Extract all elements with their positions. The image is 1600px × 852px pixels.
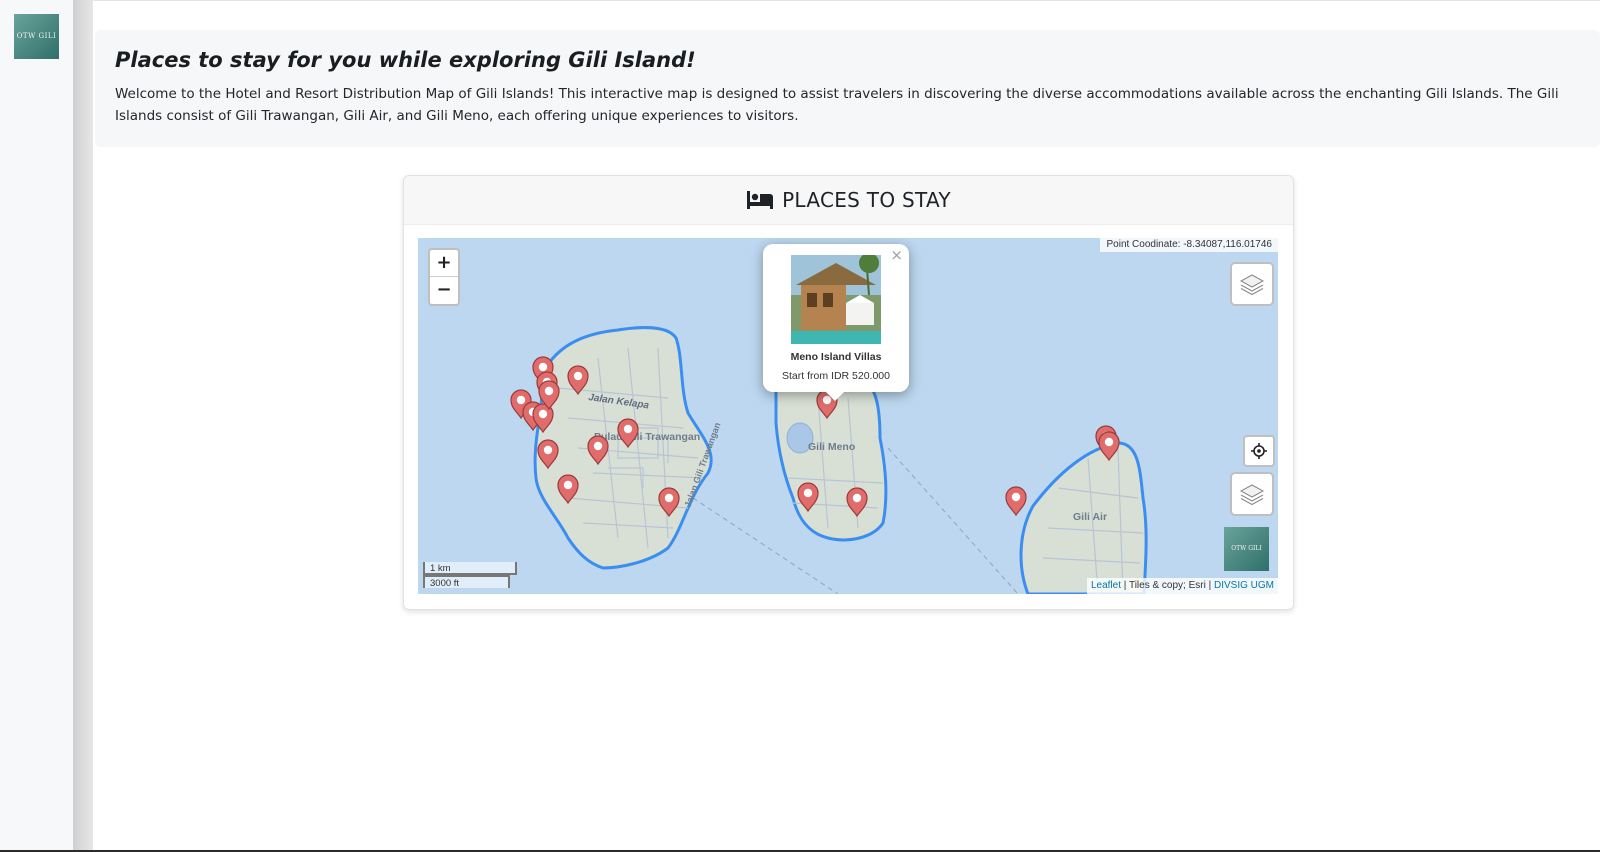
brand-logo-text: OTW GILI xyxy=(16,32,57,40)
intro-section: Places to stay for you while exploring G… xyxy=(95,30,1600,147)
label-meno: Gili Meno xyxy=(808,441,855,453)
divsig-link[interactable]: DIVSIG UGM xyxy=(1214,580,1274,591)
hotel-photo xyxy=(791,255,881,344)
tiles-attribution: | Tiles & copy; Esri | xyxy=(1120,580,1214,591)
layers-icon xyxy=(1239,274,1265,296)
ferry-route xyxy=(887,447,1019,594)
bed-icon xyxy=(747,191,774,209)
zoom-out-button[interactable]: − xyxy=(430,277,458,303)
hotel-marker[interactable] xyxy=(1005,486,1027,517)
minimap-logo: OTW GILI xyxy=(1224,527,1269,571)
minimap-logo-text: OTW GILI xyxy=(1231,545,1262,552)
label-air: Gili Air xyxy=(1073,511,1107,523)
card-title: PLACES TO STAY xyxy=(782,188,951,212)
zoom-control: + − xyxy=(428,248,460,306)
scale-km: 1 km xyxy=(423,562,517,575)
left-sidebar: OTW GILI xyxy=(0,0,73,852)
page-title: Places to stay for you while exploring G… xyxy=(115,48,696,72)
point-coordinate-readout: Point Coodinate: -8.34087,116.01746 xyxy=(1100,238,1278,252)
label-trawangan: Pulau Gili Trawangan xyxy=(594,431,700,443)
overlay-layer-button[interactable] xyxy=(1230,472,1274,516)
scale-bar: 1 km 3000 ft xyxy=(423,562,517,589)
card-header: PLACES TO STAY xyxy=(404,176,1293,225)
crosshair-icon xyxy=(1251,443,1267,459)
island-trawangan xyxy=(533,326,713,570)
top-rule xyxy=(93,0,1600,1)
places-card: PLACES TO STAY Jalan Kelapa Pulau Gili T… xyxy=(403,175,1294,610)
hotel-map[interactable]: Jalan Kelapa Pulau Gili Trawangan Jalan … xyxy=(418,238,1278,594)
intro-description: Welcome to the Hotel and Resort Distribu… xyxy=(115,86,1559,124)
popup-close-button[interactable]: × xyxy=(890,246,903,264)
leaflet-link[interactable]: Leaflet xyxy=(1091,580,1121,591)
popup-tip xyxy=(825,391,845,401)
basemap-layer-button[interactable] xyxy=(1230,262,1274,306)
locate-me-button[interactable] xyxy=(1243,435,1275,467)
hotel-popup: × Meno Island Villas Start from IDR 520.… xyxy=(763,244,909,401)
popup-hotel-name: Meno Island Villas xyxy=(790,351,882,363)
map-attribution: Leaflet | Tiles & copy; Esri | DIVSIG UG… xyxy=(1086,578,1278,594)
zoom-in-button[interactable]: + xyxy=(430,250,458,277)
layers-icon xyxy=(1239,484,1265,506)
scale-ft: 3000 ft xyxy=(423,575,510,589)
sidebar-divider xyxy=(73,0,93,852)
popup-hotel-price: Start from IDR 520.000 xyxy=(782,370,890,382)
brand-logo[interactable]: OTW GILI xyxy=(14,14,59,59)
